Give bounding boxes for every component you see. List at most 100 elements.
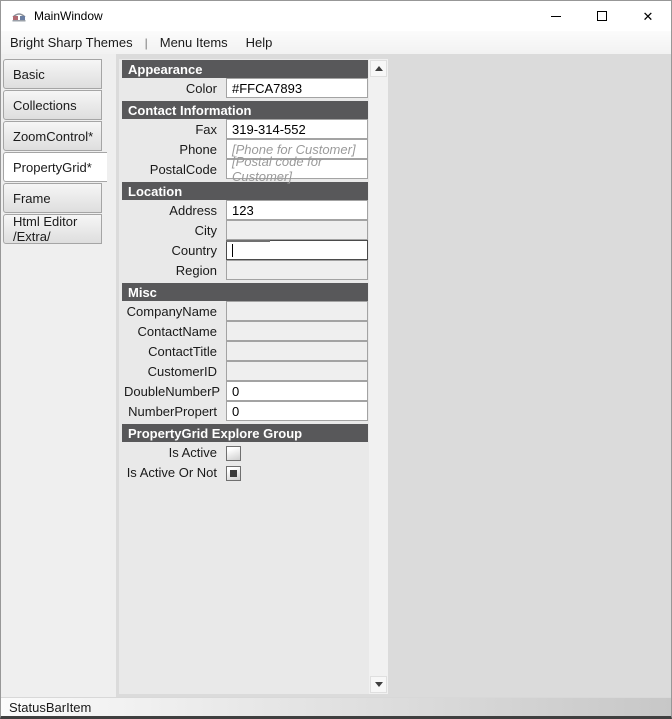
property-label: Is Active Or Not	[122, 462, 226, 482]
group-header-label: Location	[128, 184, 182, 199]
property-label: Region	[122, 260, 226, 280]
property-label: Is Active	[122, 442, 226, 462]
property-label: Phone	[122, 139, 226, 159]
property-row-customerid: CustomerID	[122, 361, 368, 381]
close-button[interactable]: ✕	[625, 1, 671, 31]
tab-label: PropertyGrid*	[13, 160, 92, 175]
property-row-address: Address 123	[122, 200, 368, 220]
property-label: Country	[122, 240, 226, 260]
property-label: City	[122, 220, 226, 240]
group-header-label: PropertyGrid Explore Group	[128, 426, 302, 441]
status-bar: StatusBarItem	[1, 697, 671, 716]
checkbox-cell	[226, 462, 241, 482]
tab-basic[interactable]: Basic	[3, 59, 102, 89]
group-header-misc: Misc	[122, 283, 368, 301]
property-value-field[interactable]: 0	[226, 401, 368, 421]
group-header-appearance: Appearance	[122, 60, 368, 78]
group-header-location: Location	[122, 182, 368, 200]
property-value-field[interactable]	[226, 361, 368, 381]
app-icon	[11, 8, 27, 24]
property-row-postalcode: PostalCode[Postal code for Customer]	[122, 159, 368, 179]
property-label: NumberPropert	[122, 401, 226, 421]
indeterminate-mark	[230, 470, 237, 477]
group-header-label: Appearance	[128, 62, 202, 77]
tab-frame[interactable]: Frame	[3, 183, 102, 213]
tab-collections[interactable]: Collections	[3, 90, 102, 120]
menu-separator: |	[142, 36, 151, 50]
property-label: PostalCode	[122, 159, 226, 179]
property-row-is-active: Is Active	[122, 442, 368, 462]
property-value-field[interactable]	[226, 321, 368, 341]
window-title: MainWindow	[34, 9, 103, 23]
property-label: CustomerID	[122, 361, 226, 381]
minimize-button[interactable]	[533, 1, 579, 31]
group-header-label: Misc	[128, 285, 157, 300]
property-value-field[interactable]: [Postal code for Customer]	[226, 159, 368, 179]
tab-strip: Basic Collections ZoomControl* PropertyGrid…	[1, 54, 116, 697]
status-bar-item: StatusBarItem	[9, 700, 91, 715]
property-value-field[interactable]	[226, 220, 368, 240]
menu-bar: Bright Sharp Themes | Menu Items Help	[1, 31, 671, 54]
property-row-doublenumberp: DoubleNumberP 0	[122, 381, 368, 401]
tab-label: ZoomControl*	[13, 129, 93, 144]
property-row-companyname: CompanyName	[122, 301, 368, 321]
property-row-numberpropert: NumberPropert 0	[122, 401, 368, 421]
maximize-button[interactable]	[579, 1, 625, 31]
scroll-down-button[interactable]	[370, 676, 387, 693]
property-label: Color	[122, 78, 226, 98]
property-label: ContactName	[122, 321, 226, 341]
group-header-propertygrid-explore-group: PropertyGrid Explore Group	[122, 424, 368, 442]
field-text: 319-314-552	[232, 122, 306, 137]
group-header-label: Contact Information	[128, 103, 252, 118]
title-bar: MainWindow ✕	[1, 1, 671, 31]
field-text: #FFCA7893	[232, 81, 302, 96]
property-label: ContactTitle	[122, 341, 226, 361]
tab-zoomcontrol[interactable]: ZoomControl*	[3, 121, 102, 151]
property-value-field[interactable]: 123	[226, 200, 368, 220]
field-text: 123	[232, 203, 254, 218]
property-value-field[interactable]	[226, 260, 368, 280]
property-value-field[interactable]: 0	[226, 381, 368, 401]
scroll-up-icon	[375, 66, 383, 71]
field-text: 0	[232, 384, 239, 399]
property-row-city: City	[122, 220, 368, 240]
property-row-country: Country	[122, 240, 368, 260]
property-value-field[interactable]: #FFCA7893	[226, 78, 368, 98]
tab-html-editor-extra[interactable]: Html Editor /Extra/	[3, 214, 102, 244]
property-label: Fax	[122, 119, 226, 139]
property-row-is-active-or-not: Is Active Or Not	[122, 462, 368, 482]
tab-label: Basic	[13, 67, 45, 82]
property-value-field[interactable]: 319-314-552	[226, 119, 368, 139]
checkbox-is-active-or-not[interactable]	[226, 466, 241, 481]
main-window: MainWindow ✕ Bright Sharp Themes | Menu …	[0, 0, 672, 719]
close-icon: ✕	[643, 10, 654, 23]
tab-content-area: Basic Collections ZoomControl* PropertyGrid…	[1, 54, 671, 697]
property-value-field[interactable]	[226, 240, 368, 260]
vertical-scrollbar[interactable]	[369, 59, 388, 694]
property-row-fax: Fax 319-314-552	[122, 119, 368, 139]
checkbox-cell	[226, 442, 241, 462]
text-caret	[232, 244, 233, 257]
property-label: Address	[122, 200, 226, 220]
property-row-color: Color #FFCA7893	[122, 78, 368, 98]
property-row-contacttitle: ContactTitle	[122, 341, 368, 361]
property-value-field[interactable]	[226, 301, 368, 321]
tab-label: Frame	[13, 191, 51, 206]
group-header-contact-information: Contact Information	[122, 101, 368, 119]
field-text: [Postal code for Customer]	[232, 154, 362, 184]
scroll-down-icon	[375, 682, 383, 687]
tab-label: Html Editor /Extra/	[13, 214, 101, 244]
property-grid: AppearanceColor #FFCA7893 Contact Informat…	[119, 59, 369, 694]
field-text: 0	[232, 404, 239, 419]
menu-item-help[interactable]: Help	[237, 31, 282, 54]
scroll-up-button[interactable]	[370, 60, 387, 77]
tab-propertygrid[interactable]: PropertyGrid*	[3, 152, 107, 182]
property-row-contactname: ContactName	[122, 321, 368, 341]
property-label: DoubleNumberP	[122, 381, 226, 401]
checkbox-is-active[interactable]	[226, 446, 241, 461]
minimize-icon	[551, 16, 561, 17]
property-value-field[interactable]	[226, 341, 368, 361]
property-label: CompanyName	[122, 301, 226, 321]
menu-item-menu-items[interactable]: Menu Items	[151, 31, 237, 54]
menu-item-bright-sharp-themes[interactable]: Bright Sharp Themes	[1, 31, 142, 54]
